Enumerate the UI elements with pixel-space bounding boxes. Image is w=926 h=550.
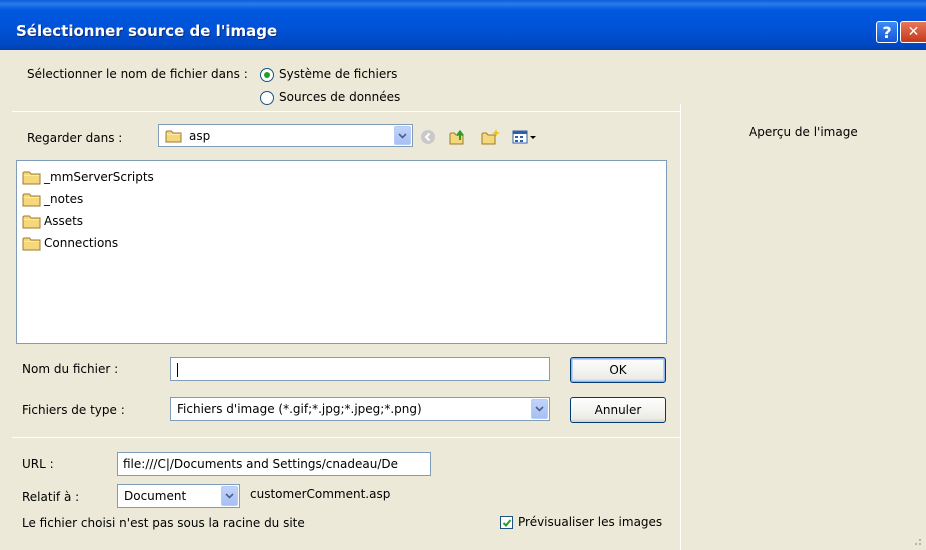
preview-images-checkbox[interactable] [500,516,513,529]
title-bar[interactable]: Sélectionner source de l'image ? ✕ [0,0,926,50]
preview-title: Aperçu de l'image [749,125,858,139]
separator-bottom [12,437,680,438]
dialog-title: Sélectionner source de l'image [16,22,278,40]
list-item[interactable]: Assets [22,212,83,230]
ok-button-label: OK [609,363,627,377]
chevron-down-icon [398,132,407,139]
filetype-value: Fichiers d'image (*.gif;*.jpg;*.jpeg;*.p… [177,402,422,416]
filetype-label: Fichiers de type : [22,403,125,417]
preview-images-label[interactable]: Prévisualiser les images [518,515,662,529]
up-folder-icon[interactable] [448,128,468,146]
radio-datasources[interactable] [260,91,274,105]
filetype-select[interactable]: Fichiers d'image (*.gif;*.jpg;*.jpeg;*.p… [170,397,550,421]
filetype-dropdown-button[interactable] [531,399,548,419]
folder-icon [165,130,182,142]
cancel-button-label: Annuler [594,403,642,417]
lookin-label: Regarder dans : [27,131,123,145]
relative-value: Document [124,489,187,503]
chevron-down-icon [535,406,544,412]
url-input[interactable] [117,452,431,476]
file-list[interactable]: _mmServerScripts _notes Assets Connectio… [16,160,667,344]
radio-datasources-label[interactable]: Sources de données [279,90,400,104]
lookin-value: asp [189,128,211,143]
cancel-button[interactable]: Annuler [570,397,666,423]
list-item[interactable]: Connections [22,234,118,252]
relative-file: customerComment.asp [250,487,391,501]
list-item[interactable]: _notes [22,190,83,208]
relative-select[interactable]: Document [117,484,240,508]
new-folder-icon[interactable] [481,128,501,146]
filename-input[interactable] [170,357,550,381]
source-label: Sélectionner le nom de fichier dans : [27,67,248,81]
file-name: Connections [44,236,119,250]
resize-grip-icon[interactable] [910,534,922,546]
filename-field[interactable] [171,358,549,380]
file-name: Assets [44,214,84,228]
site-root-note: Le fichier choisi n'est pas sous la raci… [22,516,305,530]
radio-filesystem-label[interactable]: Système de fichiers [279,67,397,81]
help-button[interactable]: ? [876,21,898,43]
folder-icon [22,193,41,206]
close-icon: ✕ [907,24,920,40]
file-name: _mmServerScripts [44,170,154,184]
filename-label: Nom du fichier : [22,362,119,376]
lookin-combo[interactable]: asp [158,124,413,147]
back-icon[interactable] [418,128,438,146]
relative-label: Relatif à : [22,490,80,504]
list-item[interactable]: _mmServerScripts [22,168,154,186]
folder-icon [22,237,41,250]
check-icon [502,519,512,527]
select-image-source-dialog: Sélectionner source de l'image ? ✕ Sélec… [0,0,926,550]
radio-filesystem[interactable] [260,68,274,82]
folder-icon [22,215,41,228]
ok-button[interactable]: OK [570,357,666,383]
help-icon: ? [882,22,892,42]
url-label: URL : [22,457,54,471]
lookin-dropdown-button[interactable] [394,126,411,145]
close-button[interactable]: ✕ [900,21,926,43]
folder-icon [22,171,41,184]
text-caret [177,363,178,377]
file-name: _notes [44,192,84,206]
view-menu-icon[interactable] [512,128,538,146]
chevron-down-icon [225,493,234,499]
relative-dropdown-button[interactable] [221,486,238,506]
url-field[interactable] [118,453,430,475]
separator-top [12,111,680,112]
separator-vertical [680,104,681,550]
